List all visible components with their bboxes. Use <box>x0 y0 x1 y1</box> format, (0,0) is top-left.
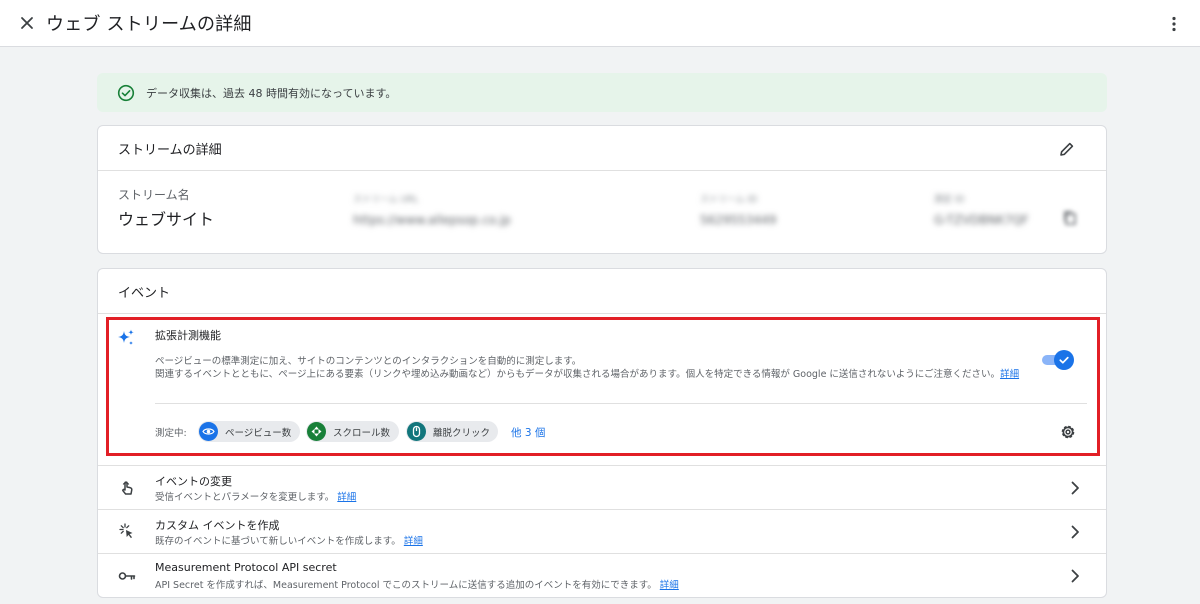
stream-url-value: https://www.allepsop.co.jp <box>353 213 511 227</box>
row-subtitle-text: API Secret を作成すれば、Measurement Protocol で… <box>155 580 657 591</box>
measurement-id-value: G-TZVDBNK7QF <box>934 213 1029 227</box>
more-events-link[interactable]: 他 3 個 <box>511 425 545 440</box>
enhanced-desc-line1: ページビューの標準測定に加え、サイトのコンテンツとのインタラクションを自動的に測… <box>155 356 582 367</box>
eye-icon <box>199 422 218 441</box>
stream-url-label: ストリーム URL <box>353 195 419 205</box>
row-title: Measurement Protocol API secret <box>155 561 337 574</box>
row-create-custom-event[interactable]: カスタム イベントを作成 既存のイベントに基づいて新しいイベントを作成します。 … <box>98 509 1106 553</box>
page-title: ウェブ ストリームの詳細 <box>46 14 252 35</box>
events-title: イベント <box>98 269 1106 314</box>
measuring-label: 測定中: <box>155 428 187 439</box>
more-vert-icon[interactable] <box>1160 10 1188 38</box>
row-modify-events[interactable]: イベントの変更 受信イベントとパラメータを変更します。 詳細 <box>98 465 1106 509</box>
chip-scrolls[interactable]: スクロール数 <box>306 421 399 442</box>
row-details-link[interactable]: 詳細 <box>404 536 423 547</box>
enhanced-measurement-description: ページビューの標準測定に加え、サイトのコンテンツとのインタラクションを自動的に測… <box>155 355 1025 381</box>
row-subtitle: API Secret を作成すれば、Measurement Protocol で… <box>155 577 679 591</box>
mouse-icon <box>407 422 426 441</box>
banner-text: データ収集は、過去 48 時間有効になっています。 <box>146 86 397 100</box>
row-subtitle: 受信イベントとパラメータを変更します。 詳細 <box>155 489 356 503</box>
touch-icon <box>117 478 137 498</box>
stream-details-title: ストリームの詳細 <box>98 126 1106 171</box>
enhanced-details-link[interactable]: 詳細 <box>1000 369 1019 380</box>
scroll-icon <box>307 422 326 441</box>
enhanced-measurement-title: 拡張計測機能 <box>155 329 221 342</box>
chip-label: スクロール数 <box>333 427 391 439</box>
chevron-right-icon <box>1066 479 1084 497</box>
enhanced-measurement-toggle[interactable] <box>1042 350 1074 370</box>
chevron-right-icon <box>1066 567 1084 585</box>
close-icon[interactable] <box>13 9 41 37</box>
row-subtitle-text: 既存のイベントに基づいて新しいイベントを作成します。 <box>155 536 401 547</box>
row-subtitle: 既存のイベントに基づいて新しいイベントを作成します。 詳細 <box>155 533 423 547</box>
chip-page-views[interactable]: ページビュー数 <box>198 421 300 442</box>
stream-id-value: 5629553449 <box>700 213 777 227</box>
check-circle-icon <box>117 84 135 102</box>
row-title: イベントの変更 <box>155 475 232 488</box>
row-details-link[interactable]: 詳細 <box>660 580 679 591</box>
chevron-right-icon <box>1066 523 1084 541</box>
sparkle-icon <box>116 328 136 348</box>
row-measurement-protocol[interactable]: Measurement Protocol API secret API Secr… <box>98 553 1106 597</box>
divider <box>155 403 1087 404</box>
stream-name-label: ストリーム名 <box>118 188 190 202</box>
stream-id-label: ストリーム ID <box>700 195 758 205</box>
row-details-link[interactable]: 詳細 <box>337 492 356 503</box>
chip-outbound-clicks[interactable]: 離脱クリック <box>406 421 498 442</box>
measurement-id-label: 測定 ID <box>934 195 965 205</box>
edit-icon[interactable] <box>1056 138 1078 160</box>
row-subtitle-text: 受信イベントとパラメータを変更します。 <box>155 492 335 503</box>
click-spark-icon <box>117 522 137 542</box>
chip-label: 離脱クリック <box>433 427 491 439</box>
copy-icon[interactable] <box>1062 210 1078 226</box>
enhanced-desc-line2: 関連するイベントとともに、ページ上にある要素（リンクや埋め込み動画など）からもデ… <box>155 369 1001 380</box>
stream-name-value: ウェブサイト <box>118 210 215 229</box>
check-icon <box>1054 350 1074 370</box>
stream-details-card: ストリームの詳細 ストリーム名 ウェブサイト ストリーム URL https:/… <box>97 125 1107 254</box>
data-collection-banner: データ収集は、過去 48 時間有効になっています。 <box>97 73 1107 112</box>
row-title: カスタム イベントを作成 <box>155 519 280 532</box>
gear-icon[interactable] <box>1058 422 1078 442</box>
top-bar: ウェブ ストリームの詳細 <box>0 0 1200 47</box>
key-icon <box>117 566 137 586</box>
chip-label: ページビュー数 <box>225 427 292 439</box>
